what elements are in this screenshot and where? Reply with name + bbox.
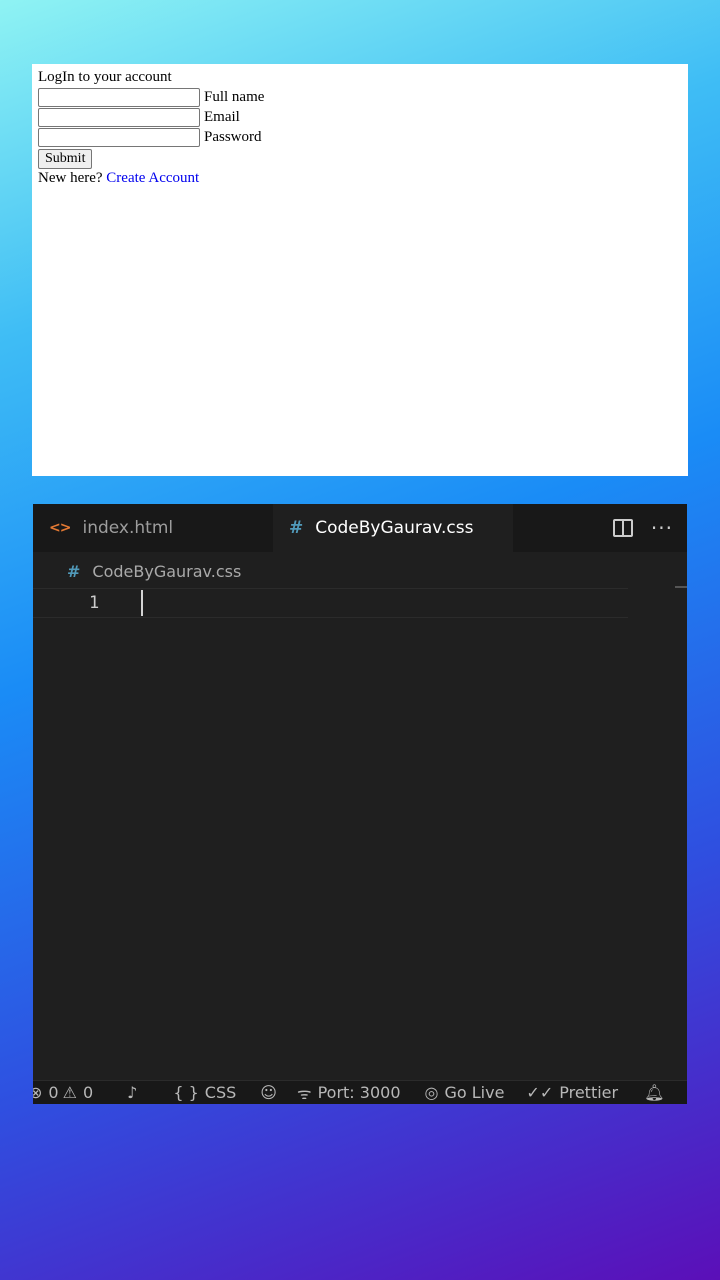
css-hash-icon: #	[289, 518, 304, 538]
new-here-text: New here?	[38, 170, 103, 186]
current-line-highlight	[33, 588, 628, 618]
tab-index-html[interactable]: <> index.html	[33, 504, 273, 552]
bell-icon: ♪	[127, 1083, 138, 1102]
code-area[interactable]: 1	[33, 588, 687, 1078]
create-account-link[interactable]: Create Account	[106, 170, 199, 186]
fullname-input[interactable]	[38, 87, 200, 107]
split-editor-icon[interactable]	[612, 519, 633, 537]
copilot-icon: ☺	[260, 1083, 277, 1102]
radio-tower-icon: ◎	[424, 1083, 439, 1102]
email-input[interactable]	[38, 107, 200, 127]
prettier-status[interactable]: ✓✓ Prettier	[526, 1083, 618, 1102]
notifications-status[interactable]: 🔔︎	[644, 1083, 670, 1102]
language-label: CSS	[204, 1083, 237, 1102]
html-icon: <>	[49, 520, 71, 536]
email-label: Email	[204, 109, 240, 125]
tab-label: CodeByGaurav.css	[315, 518, 474, 538]
go-live-button[interactable]: ◎ Go Live	[425, 1083, 505, 1102]
bell-status[interactable]: ♪	[127, 1083, 143, 1102]
go-live-label: Go Live	[444, 1083, 505, 1102]
copilot-status[interactable]: ☺	[260, 1083, 283, 1102]
more-actions-icon[interactable]: ···	[651, 518, 673, 538]
port-label: Port: 3000	[317, 1083, 401, 1102]
language-mode[interactable]: { } CSS	[173, 1083, 236, 1102]
breadcrumb[interactable]: # CodeByGaurav.css	[67, 560, 241, 582]
password-label: Password	[204, 129, 262, 145]
submit-button[interactable]: Submit	[38, 149, 93, 169]
password-row: Password	[38, 127, 682, 147]
line-number: 1	[89, 593, 100, 613]
warning-count: 0	[82, 1083, 94, 1102]
scrollbar[interactable]	[675, 586, 687, 588]
braces-icon: { }	[173, 1083, 199, 1102]
form-title: LogIn to your account	[38, 69, 172, 85]
double-check-icon: ✓✓	[526, 1083, 554, 1102]
email-row: Email	[38, 107, 682, 127]
error-count: 0	[48, 1083, 59, 1102]
css-hash-icon: #	[67, 561, 81, 581]
browser-preview: LogIn to your account Full name Email Pa…	[32, 64, 688, 476]
status-bar: ⊗ 0 ⚠ 0 ♪ { } CSS ☺ ᯤ Port: 3000 ◎ Go Li…	[33, 1080, 687, 1104]
tab-css-file[interactable]: # CodeByGaurav.css	[273, 504, 513, 552]
problems-status[interactable]: ⊗ 0 ⚠ 0	[33, 1083, 93, 1102]
prettier-label: Prettier	[559, 1083, 619, 1102]
notification-bell-icon: 🔔︎	[644, 1083, 665, 1102]
broadcast-icon: ᯤ	[296, 1083, 312, 1103]
breadcrumb-file: CodeByGaurav.css	[92, 561, 242, 581]
new-here-line: New here? Create Account	[38, 169, 682, 187]
tab-bar: <> index.html # CodeByGaurav.css ···	[33, 504, 687, 552]
tab-label: index.html	[82, 518, 174, 538]
warning-icon: ⚠	[62, 1083, 77, 1102]
fullname-label: Full name	[204, 89, 265, 105]
password-input[interactable]	[38, 127, 200, 147]
tab-actions: ···	[612, 504, 673, 552]
code-editor: <> index.html # CodeByGaurav.css ··· # C…	[33, 504, 687, 1104]
port-status[interactable]: ᯤ Port: 3000	[297, 1082, 401, 1104]
text-cursor	[141, 590, 143, 616]
error-icon: ⊗	[33, 1083, 42, 1102]
fullname-row: Full name	[38, 87, 682, 107]
